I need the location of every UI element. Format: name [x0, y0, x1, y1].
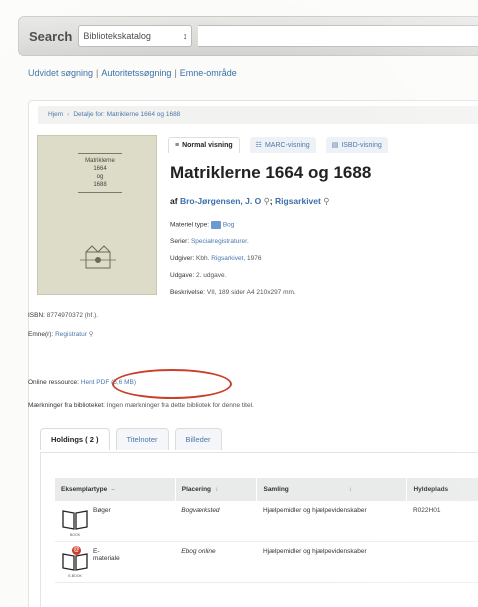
cover-line: 1688 [93, 182, 107, 188]
breadcrumb: Hjem › Detalje for: Matriklerne 1664 og 16… [38, 106, 478, 124]
tab-holdings[interactable]: Holdings ( 2 ) [40, 428, 110, 450]
cover-line: og [96, 174, 104, 180]
table-row: BOOK Bøger Bogværksted Hjælpemidler og h… [55, 501, 478, 542]
sort-icon: – [111, 486, 115, 493]
breadcrumb-current[interactable]: Detalje for: Matriklerne 1664 og 1688 [73, 111, 180, 118]
search-label: Search [29, 28, 73, 44]
isbn-row: ISBN: 8774970372 (hf.). [28, 312, 99, 319]
book-icon: BOOK [61, 507, 89, 537]
publisher-link[interactable]: Rigsarkivet [211, 255, 243, 262]
record-title: Matriklerne 1664 og 1688 [170, 163, 372, 182]
material-type-row: Materiel type: Bog [170, 221, 235, 229]
search-magnifier-icon[interactable]: ⚲ [89, 331, 94, 338]
author-link[interactable]: Rigsarkivet [275, 196, 321, 206]
book-cover-image: Matriklerne 1664 og 1688 [37, 135, 157, 295]
column-header-item-type[interactable]: Eksemplartype – [55, 478, 176, 501]
series-link[interactable]: Specialregistraturer. [191, 238, 249, 245]
holdings-tabs: Holdings ( 2 ) Titelnoter Billeder [40, 428, 222, 450]
book-format-icon [210, 221, 221, 229]
holdings-table: Eksemplartype – Placering ↕ Samling ↕ Hylde… [55, 478, 478, 583]
authority-search-link[interactable]: Autoritetssøgning [101, 68, 171, 78]
cover-title: Matriklerne 1664 og 1688 [72, 150, 128, 196]
online-dot-icon: @ [72, 546, 81, 555]
search-links: Udvidet søgning | Autoritetssøgning | Emne-o… [28, 68, 237, 78]
tab-marc-view[interactable]: ☷ MARC-visning [249, 137, 316, 153]
tab-normal-view[interactable]: ≡ Normal visning [168, 137, 240, 153]
subject-link[interactable]: Registratur [55, 331, 87, 338]
ebook-icon: @ E-BOOK [61, 546, 89, 578]
highlight-circle [112, 369, 232, 399]
sort-icon: ↕ [215, 486, 219, 493]
column-header-location[interactable]: Placering ↕ [175, 478, 258, 501]
catalog-select[interactable]: Bibliotekskatalog ↕ [78, 25, 193, 47]
view-tabs: ≡ Normal visning ☷ MARC-visning ▤ ISBD-v… [168, 137, 388, 153]
list-icon: ≡ [175, 142, 180, 149]
search-magnifier-icon[interactable]: ⚲ [323, 196, 329, 206]
subject-cloud-link[interactable]: Emne-område [180, 68, 237, 78]
advanced-search-link[interactable]: Udvidet søgning [28, 68, 93, 78]
subject-row: Emne(r): Registratur ⚲ [28, 331, 94, 338]
edition-row: Udgave: 2. udgave. [170, 272, 227, 279]
cover-line: Matriklerne [85, 158, 115, 164]
library-notes-row: Mærkninger fra biblioteket: Ingen mærkni… [28, 402, 254, 409]
grid-icon: ☷ [255, 142, 262, 149]
tab-title-notes[interactable]: Titelnoter [115, 428, 169, 450]
crown-emblem-icon [80, 245, 116, 269]
isbd-icon: ▤ [331, 142, 339, 149]
search-bar: Search Bibliotekskatalog ↕ [18, 16, 478, 56]
publisher-row: Udgiver: Kbh. Rigsarkivet, 1976 [170, 255, 262, 262]
series-row: Serier: Specialregistraturer. [170, 238, 249, 245]
author-line: af Bro-Jørgensen, J. O ⚲; Rigsarkivet ⚲ [170, 196, 330, 206]
sort-icon: ↕ [348, 486, 353, 493]
select-arrow-icon: ↕ [182, 31, 188, 41]
cover-line: 1664 [93, 166, 107, 172]
description-row: Beskrivelse: VII, 189 sider A4 210x297 m… [170, 289, 296, 296]
tab-isbd-view[interactable]: ▤ ISBD-visning [325, 137, 388, 153]
column-header-shelf[interactable]: Hyldeplads [406, 478, 478, 501]
breadcrumb-home[interactable]: Hjem [48, 111, 63, 118]
table-row: @ E-BOOK E-materiale Ebog online Hjælpem… [55, 541, 478, 583]
catalog-select-value: Bibliotekskatalog [83, 31, 151, 41]
author-link[interactable]: Bro-Jørgensen, J. O [180, 196, 261, 206]
tab-images[interactable]: Billeder [174, 428, 222, 450]
column-header-collection[interactable]: Samling ↕ [256, 478, 408, 501]
search-input[interactable] [198, 25, 478, 47]
